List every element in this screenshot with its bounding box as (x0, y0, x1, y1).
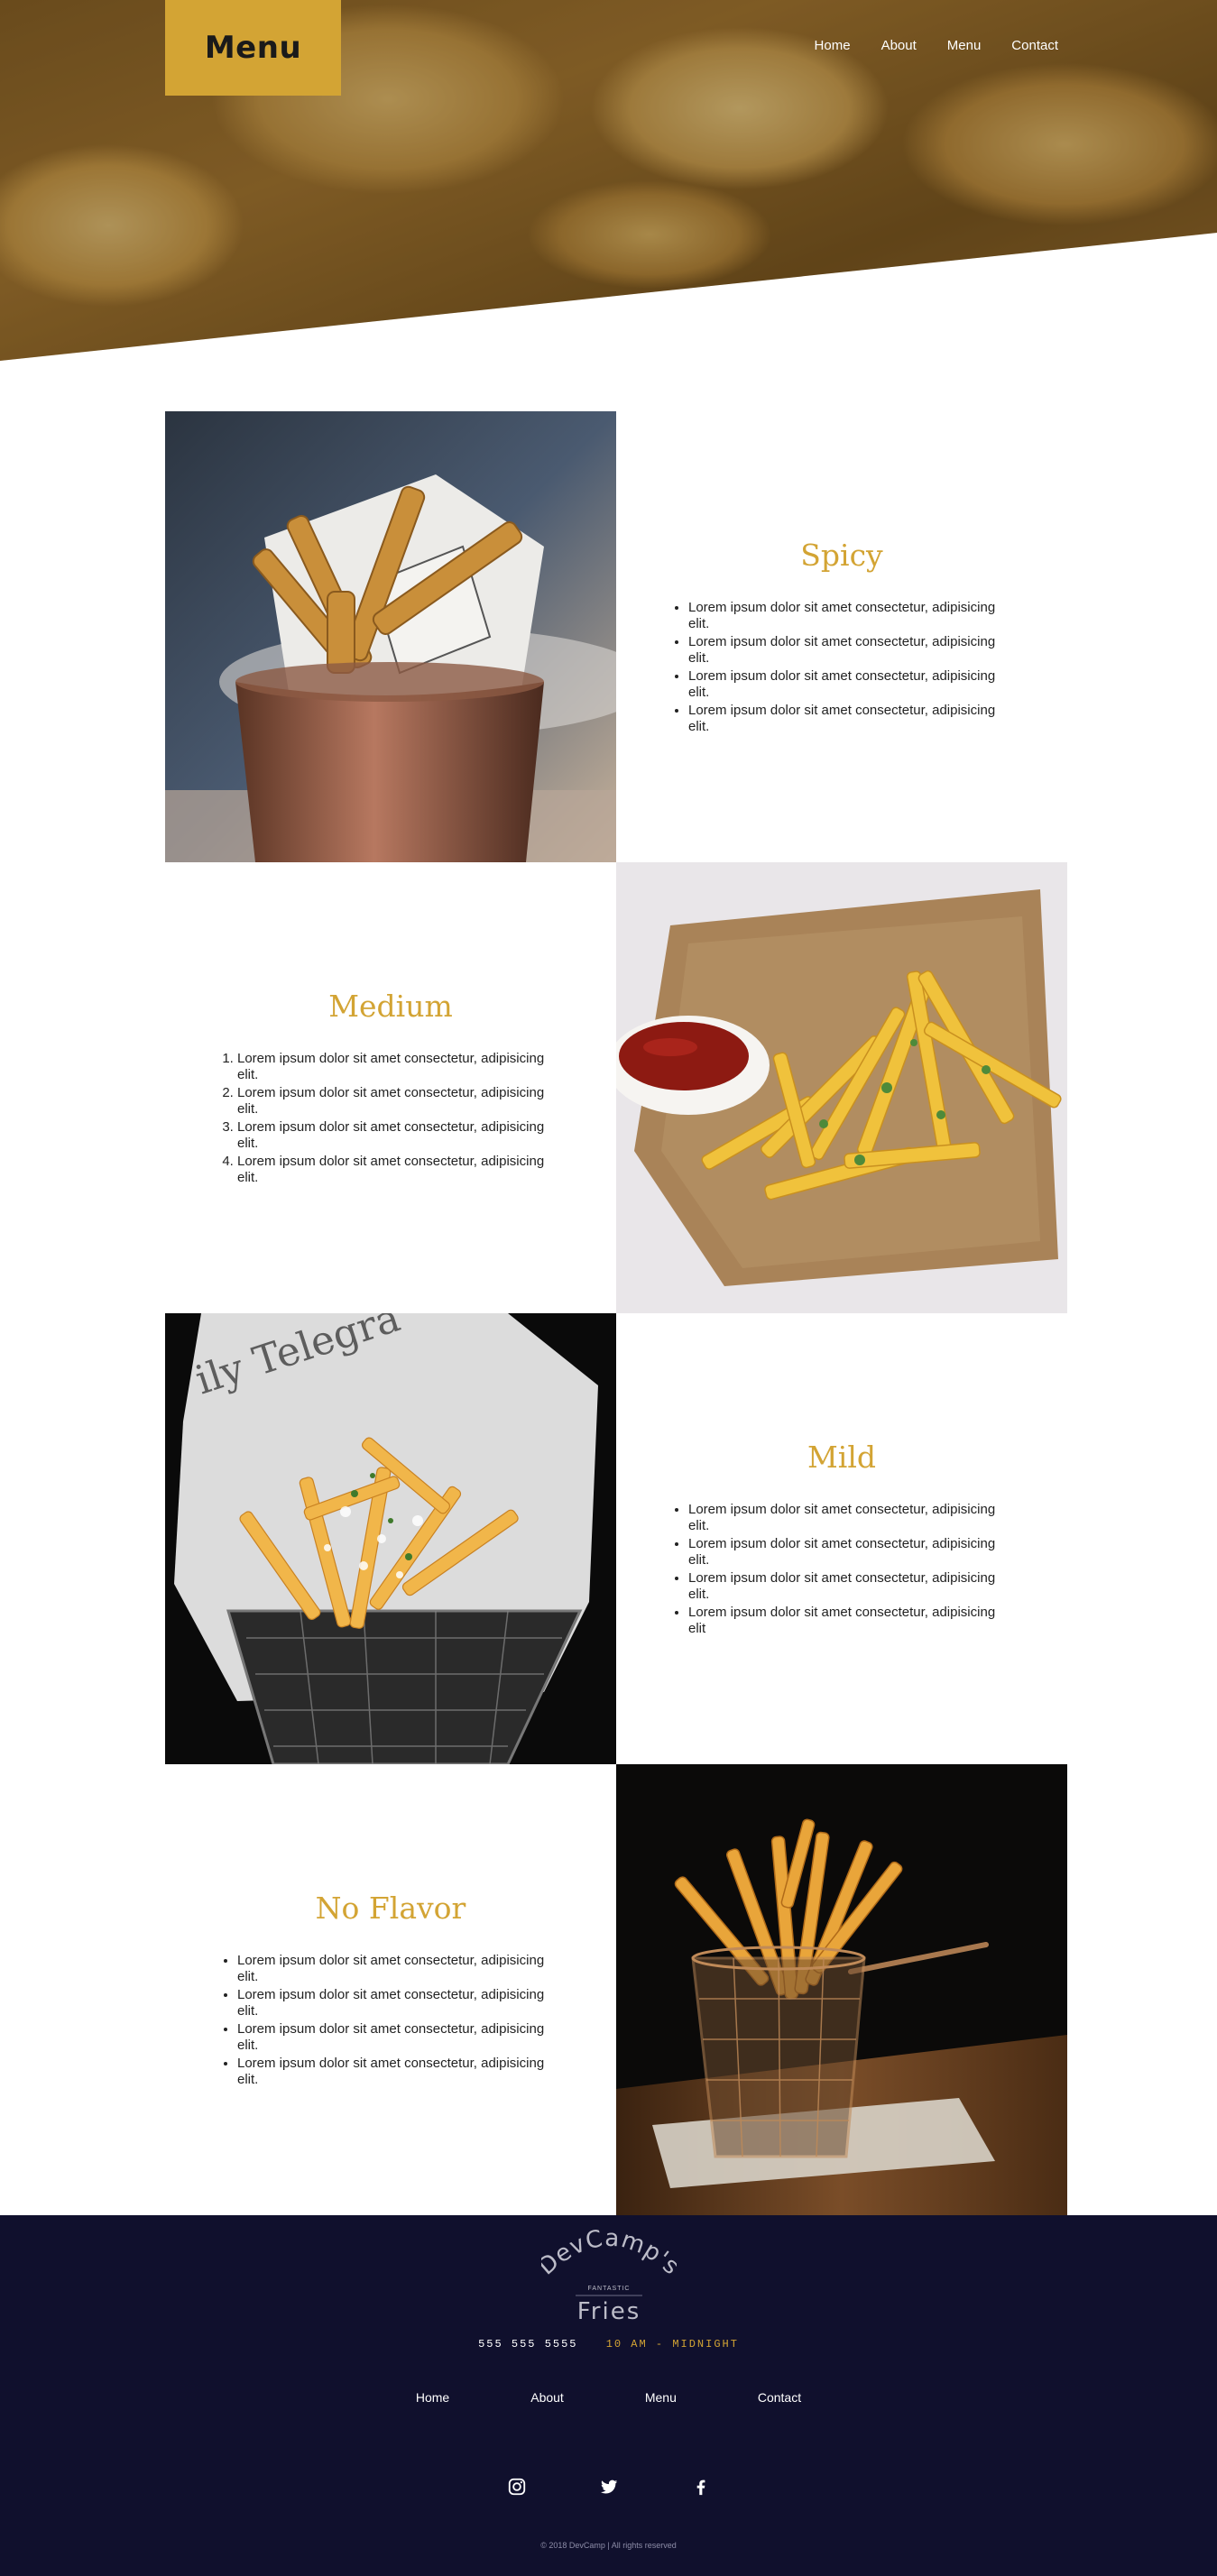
opening-hours: 10 AM - MIDNIGHT (605, 2338, 739, 2351)
list-item: Lorem ipsum dolor sit amet consectetur, … (237, 1154, 562, 1187)
medium-numbered-list: Lorem ipsum dolor sit amet consectetur, … (219, 1051, 562, 1188)
list-item: Lorem ipsum dolor sit amet consectetur, … (237, 1953, 562, 1986)
logo-line2: FANTASTIC (588, 2286, 631, 2292)
spicy-info: Spicy Lorem ipsum dolor sit amet consect… (616, 411, 1067, 862)
spicy-fries-photo (165, 411, 616, 862)
menu-row-mild: ily Telegra Mild • Lorem ipsum dolor sit… (165, 1313, 1067, 1764)
menu-title-no-flavor: No Flavor (315, 1890, 466, 1926)
list-item: Lorem ipsum dolor sit amet consectetur, … (237, 1051, 562, 1084)
page-title: Menu (204, 30, 302, 66)
facebook-icon[interactable] (691, 2477, 711, 2497)
logo-line1: DevCamp's (541, 2226, 677, 2281)
list-item: Lorem ipsum dolor sit amet consectetur, … (237, 1987, 562, 2020)
list-item: Lorem ipsum dolor sit amet consectetur, … (688, 600, 1013, 633)
instagram-icon[interactable] (507, 2477, 527, 2497)
fry-basket-image (616, 1764, 1067, 2215)
list-item: Lorem ipsum dolor sit amet consectetur, … (688, 1502, 1013, 1535)
spicy-bullet-list: Lorem ipsum dolor sit amet consectetur, … (670, 600, 1013, 737)
nav-link-contact[interactable]: Contact (1011, 38, 1058, 53)
twitter-icon[interactable] (599, 2477, 619, 2497)
contact-info: 555 555 5555 10 AM - MIDNIGHT (0, 2338, 1217, 2351)
devcamp-fries-logo[interactable]: DevCamp's FANTASTIC Fries (541, 2226, 677, 2325)
list-item: Lorem ipsum dolor sit amet consectetur, … (237, 2056, 562, 2089)
list-item: Lorem ipsum dolor sit amet consectetur, … (237, 1085, 562, 1118)
nav-link-home[interactable]: Home (815, 38, 851, 53)
nav-link-menu[interactable]: Menu (947, 38, 982, 53)
ketchup-fries-image (616, 862, 1067, 1313)
footer-nav: Home About Menu Contact (0, 2390, 1217, 2405)
no-flavor-fries-photo (616, 1764, 1067, 2215)
list-item: Lorem ipsum dolor sit amet consectetur, … (688, 668, 1013, 702)
mild-bullet-list: Lorem ipsum dolor sit amet consectetur, … (670, 1502, 1013, 1639)
logo-graphic: DevCamp's FANTASTIC Fries (541, 2226, 677, 2325)
list-item: Lorem ipsum dolor sit amet consectetur, … (237, 1119, 562, 1153)
mild-info: Mild Lorem ipsum dolor sit amet consecte… (616, 1313, 1067, 1764)
no-flavor-bullet-list: Lorem ipsum dolor sit amet consectetur, … (219, 1953, 562, 2090)
list-item: Lorem ipsum dolor sit amet consectetur, … (688, 703, 1013, 736)
nav-link-about[interactable]: About (881, 38, 917, 53)
list-item: Lorem ipsum dolor sit amet consectetur, … (688, 1570, 1013, 1604)
menu-row-spicy: Spicy Lorem ipsum dolor sit amet consect… (165, 411, 1067, 862)
mild-fries-photo: ily Telegra (165, 1313, 616, 1764)
footer-nav-home[interactable]: Home (416, 2390, 449, 2405)
menu-title-mild: Mild (807, 1439, 877, 1475)
social-links (0, 2477, 1217, 2497)
menu-grid: Spicy Lorem ipsum dolor sit amet consect… (165, 411, 1067, 2215)
menu-title-spicy: Spicy (800, 537, 883, 573)
phone-number[interactable]: 555 555 5555 (478, 2338, 577, 2351)
menu-title-medium: Medium (328, 988, 453, 1024)
footer-nav-menu[interactable]: Menu (645, 2390, 677, 2405)
logo-line3: Fries (577, 2298, 641, 2325)
list-item: Lorem ipsum dolor sit amet consectetur, … (688, 1605, 1013, 1638)
footer: DevCamp's FANTASTIC Fries 555 555 5555 1… (0, 2215, 1217, 2576)
list-item: Lorem ipsum dolor sit amet consectetur, … (237, 2021, 562, 2055)
menu-row-no-flavor: No Flavor Lorem ipsum dolor sit amet con… (165, 1764, 1067, 2215)
newspaper-basket-fries-image: ily Telegra (165, 1313, 616, 1764)
copper-cup-fries-image (165, 411, 616, 862)
top-nav: Home About Menu Contact (815, 38, 1058, 53)
hero-banner: Menu Home About Menu Contact (0, 0, 1217, 361)
medium-info: Medium Lorem ipsum dolor sit amet consec… (165, 862, 616, 1313)
svg-text:DevCamp's: DevCamp's (541, 2226, 677, 2281)
medium-fries-photo (616, 862, 1067, 1313)
footer-nav-contact[interactable]: Contact (758, 2390, 801, 2405)
list-item: Lorem ipsum dolor sit amet consectetur, … (688, 634, 1013, 667)
footer-nav-about[interactable]: About (530, 2390, 564, 2405)
no-flavor-info: No Flavor Lorem ipsum dolor sit amet con… (165, 1764, 616, 2215)
page-title-box: Menu (165, 0, 341, 96)
copyright-text: © 2018 DevCamp | All rights reserved (540, 2541, 677, 2550)
list-item: Lorem ipsum dolor sit amet consectetur, … (688, 1536, 1013, 1569)
menu-row-medium: Medium Lorem ipsum dolor sit amet consec… (165, 862, 1067, 1313)
